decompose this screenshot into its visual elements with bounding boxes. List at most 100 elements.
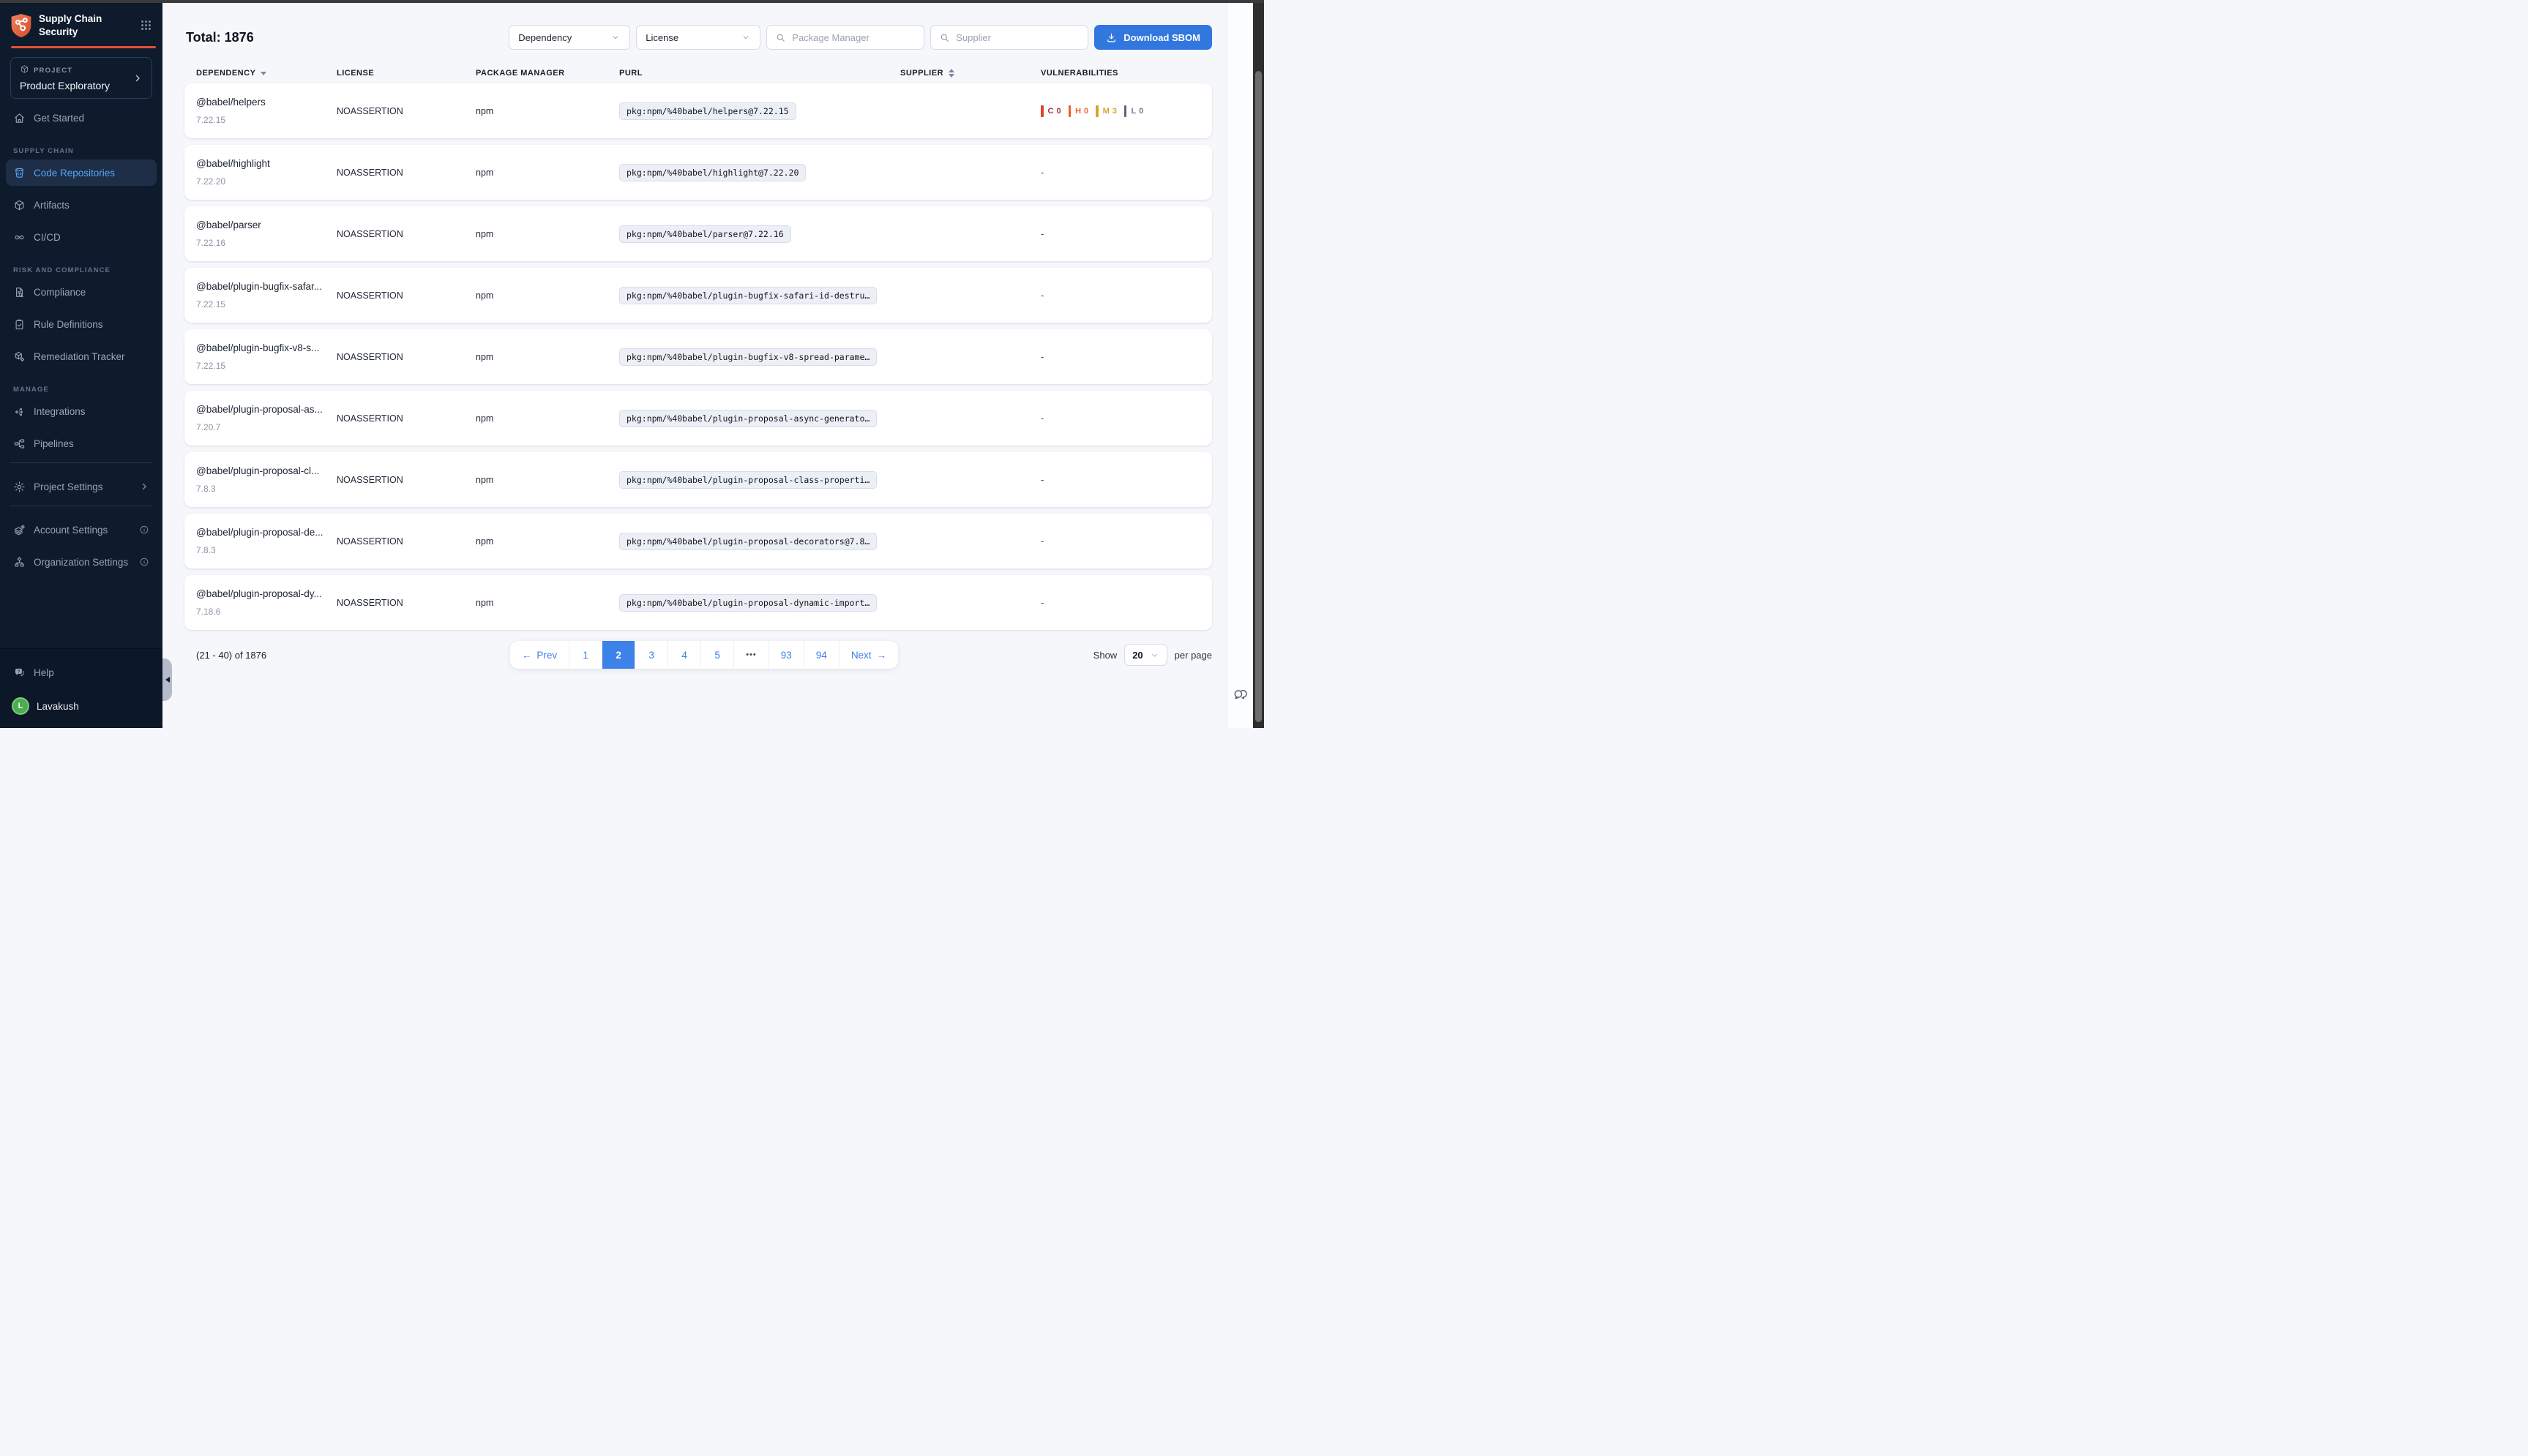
info-icon[interactable] [139, 557, 149, 567]
purl-chip[interactable]: pkg:npm/%40babel/plugin-proposal-decorat… [619, 533, 877, 550]
sidebar-item-cicd[interactable]: CI/CD [6, 224, 157, 250]
table-row[interactable]: @babel/plugin-bugfix-v8-s...7.22.15NOASS… [184, 329, 1212, 384]
vulnerabilities-cell: - [1041, 166, 1200, 179]
table-row[interactable]: @babel/highlight7.22.20NOASSERTIONnpmpkg… [184, 145, 1212, 200]
page-button-1[interactable]: 1 [569, 641, 602, 669]
chat-support-icon[interactable] [1232, 686, 1249, 702]
severity-bar [1124, 105, 1127, 117]
sidebar-item-rule-definitions[interactable]: Rule Definitions [6, 311, 157, 337]
license-value: NOASSERTION [337, 475, 476, 485]
sidebar-item-label: CI/CD [34, 232, 61, 243]
sidebar-item-organization-settings[interactable]: Organization Settings [6, 549, 157, 575]
page-button-94[interactable]: 94 [804, 641, 839, 669]
sidebar-item-integrations[interactable]: Integrations [6, 398, 157, 424]
page-button-3[interactable]: 3 [635, 641, 668, 669]
sidebar: Supply ChainSecurity PROJECT Product Exp… [0, 3, 162, 728]
column-header-supplier[interactable]: SUPPLIER [900, 69, 1041, 78]
info-icon[interactable] [139, 525, 149, 535]
prev-page-button[interactable]: ←Prev [510, 641, 569, 669]
chevron-right-icon [139, 481, 149, 492]
severity-bar [1096, 105, 1099, 117]
dependency-version: 7.20.7 [196, 422, 337, 432]
table-row[interactable]: @babel/plugin-proposal-as...7.20.7NOASSE… [184, 391, 1212, 446]
chevron-down-icon [610, 32, 621, 42]
sidebar-item-get-started[interactable]: Get Started [6, 105, 157, 131]
next-page-button[interactable]: Next→ [839, 641, 898, 669]
purl-chip[interactable]: pkg:npm/%40babel/parser@7.22.16 [619, 225, 791, 243]
page-button-2[interactable]: 2 [602, 641, 635, 669]
table-row[interactable]: @babel/plugin-proposal-cl...7.8.3NOASSER… [184, 452, 1212, 507]
purl-chip[interactable]: pkg:npm/%40babel/plugin-proposal-class-p… [619, 471, 877, 489]
sidebar-item-account-settings[interactable]: Account Settings [6, 517, 157, 543]
page-button-5[interactable]: 5 [701, 641, 734, 669]
vulnerability-badges: C0H0M3L0 [1041, 105, 1200, 117]
purl-chip[interactable]: pkg:npm/%40babel/plugin-bugfix-safari-id… [619, 287, 877, 304]
nav-section-label: SUPPLY CHAIN [13, 147, 149, 155]
gear-icon [13, 481, 26, 493]
search-icon [775, 32, 786, 43]
vulnerabilities-empty: - [1041, 597, 1044, 608]
vulnerabilities-cell: - [1041, 596, 1200, 609]
dependency-filter-select[interactable]: Dependency [509, 25, 630, 50]
main-content: Total: 1876 Dependency License Download … [162, 3, 1227, 728]
sidebar-item-pipelines[interactable]: Pipelines [6, 430, 157, 457]
app-logo-shield-icon [10, 13, 32, 38]
page-button-93[interactable]: 93 [769, 641, 804, 669]
sidebar-item-code-repositories[interactable]: Code Repositories [6, 160, 157, 186]
page-button-4[interactable]: 4 [668, 641, 701, 669]
page-scrollbar[interactable] [1253, 3, 1264, 728]
page-size-select[interactable]: 20 [1124, 644, 1167, 666]
sidebar-item-project-settings[interactable]: Project Settings [6, 473, 157, 500]
sidebar-item-label: Help [34, 667, 54, 678]
download-sbom-button[interactable]: Download SBOM [1094, 25, 1212, 50]
vulnerabilities-cell: - [1041, 535, 1200, 548]
sidebar-item-label: Account Settings [34, 525, 108, 536]
user-menu[interactable]: L Lavakush [0, 691, 162, 721]
purl-chip[interactable]: pkg:npm/%40babel/plugin-proposal-dynamic… [619, 594, 877, 612]
table-row[interactable]: @babel/plugin-proposal-dy...7.18.6NOASSE… [184, 575, 1212, 630]
sidebar-item-compliance[interactable]: Compliance [6, 279, 157, 305]
license-filter-select[interactable]: License [636, 25, 760, 50]
chevron-down-icon [741, 32, 751, 42]
dependency-cell: @babel/highlight7.22.20 [196, 158, 337, 187]
dependency-version: 7.22.20 [196, 176, 337, 187]
column-header-dependency[interactable]: DEPENDENCY [196, 69, 337, 78]
vulnerabilities-empty: - [1041, 474, 1044, 485]
table-row[interactable]: @babel/helpers7.22.15NOASSERTIONnpmpkg:n… [184, 83, 1212, 138]
sidebar-item-artifacts[interactable]: Artifacts [6, 192, 157, 218]
purl-chip[interactable]: pkg:npm/%40babel/helpers@7.22.15 [619, 102, 796, 120]
sidebar-footer: ? Help L Lavakush [0, 648, 162, 728]
doc-search-icon [13, 286, 26, 299]
scrollbar-thumb[interactable] [1255, 71, 1262, 722]
purl-chip[interactable]: pkg:npm/%40babel/plugin-bugfix-v8-spread… [619, 348, 877, 366]
project-name: Product Exploratory [20, 80, 132, 91]
avatar: L [12, 697, 29, 715]
project-label: PROJECT [34, 67, 72, 75]
project-selector[interactable]: PROJECT Product Exploratory [10, 57, 152, 99]
per-page-control: Show 20 per page [898, 644, 1212, 666]
purl-chip[interactable]: pkg:npm/%40babel/highlight@7.22.20 [619, 164, 806, 181]
sidebar-item-help[interactable]: ? Help [6, 659, 157, 686]
supplier-search [930, 25, 1088, 50]
package-manager-input[interactable] [792, 32, 916, 43]
purl-chip[interactable]: pkg:npm/%40babel/plugin-proposal-async-g… [619, 410, 877, 427]
table-row[interactable]: @babel/parser7.22.16NOASSERTIONnpmpkg:np… [184, 206, 1212, 261]
vulnerabilities-cell: - [1041, 350, 1200, 364]
supplier-input[interactable] [956, 32, 1080, 43]
package-manager-value: npm [476, 352, 619, 362]
dependency-table: @babel/helpers7.22.15NOASSERTIONnpmpkg:n… [184, 83, 1212, 630]
vulnerabilities-empty: - [1041, 536, 1044, 547]
dependency-name: @babel/plugin-bugfix-v8-s... [196, 342, 337, 353]
sidebar-collapse-handle[interactable] [162, 658, 172, 701]
arrow-left-icon: ← [522, 650, 532, 661]
sidebar-item-remediation-tracker[interactable]: Remediation Tracker [6, 343, 157, 369]
table-row[interactable]: @babel/plugin-proposal-de...7.8.3NOASSER… [184, 514, 1212, 568]
table-row[interactable]: @babel/plugin-bugfix-safar...7.22.15NOAS… [184, 268, 1212, 323]
sidebar-item-label: Integrations [34, 406, 86, 417]
app-grid-icon[interactable] [140, 19, 152, 31]
app-header: Supply ChainSecurity [0, 3, 162, 46]
user-name: Lavakush [37, 701, 79, 712]
app-title: Supply ChainSecurity [39, 12, 133, 38]
dependency-cell: @babel/plugin-bugfix-v8-s...7.22.15 [196, 342, 337, 371]
sidebar-item-label: Compliance [34, 287, 86, 298]
